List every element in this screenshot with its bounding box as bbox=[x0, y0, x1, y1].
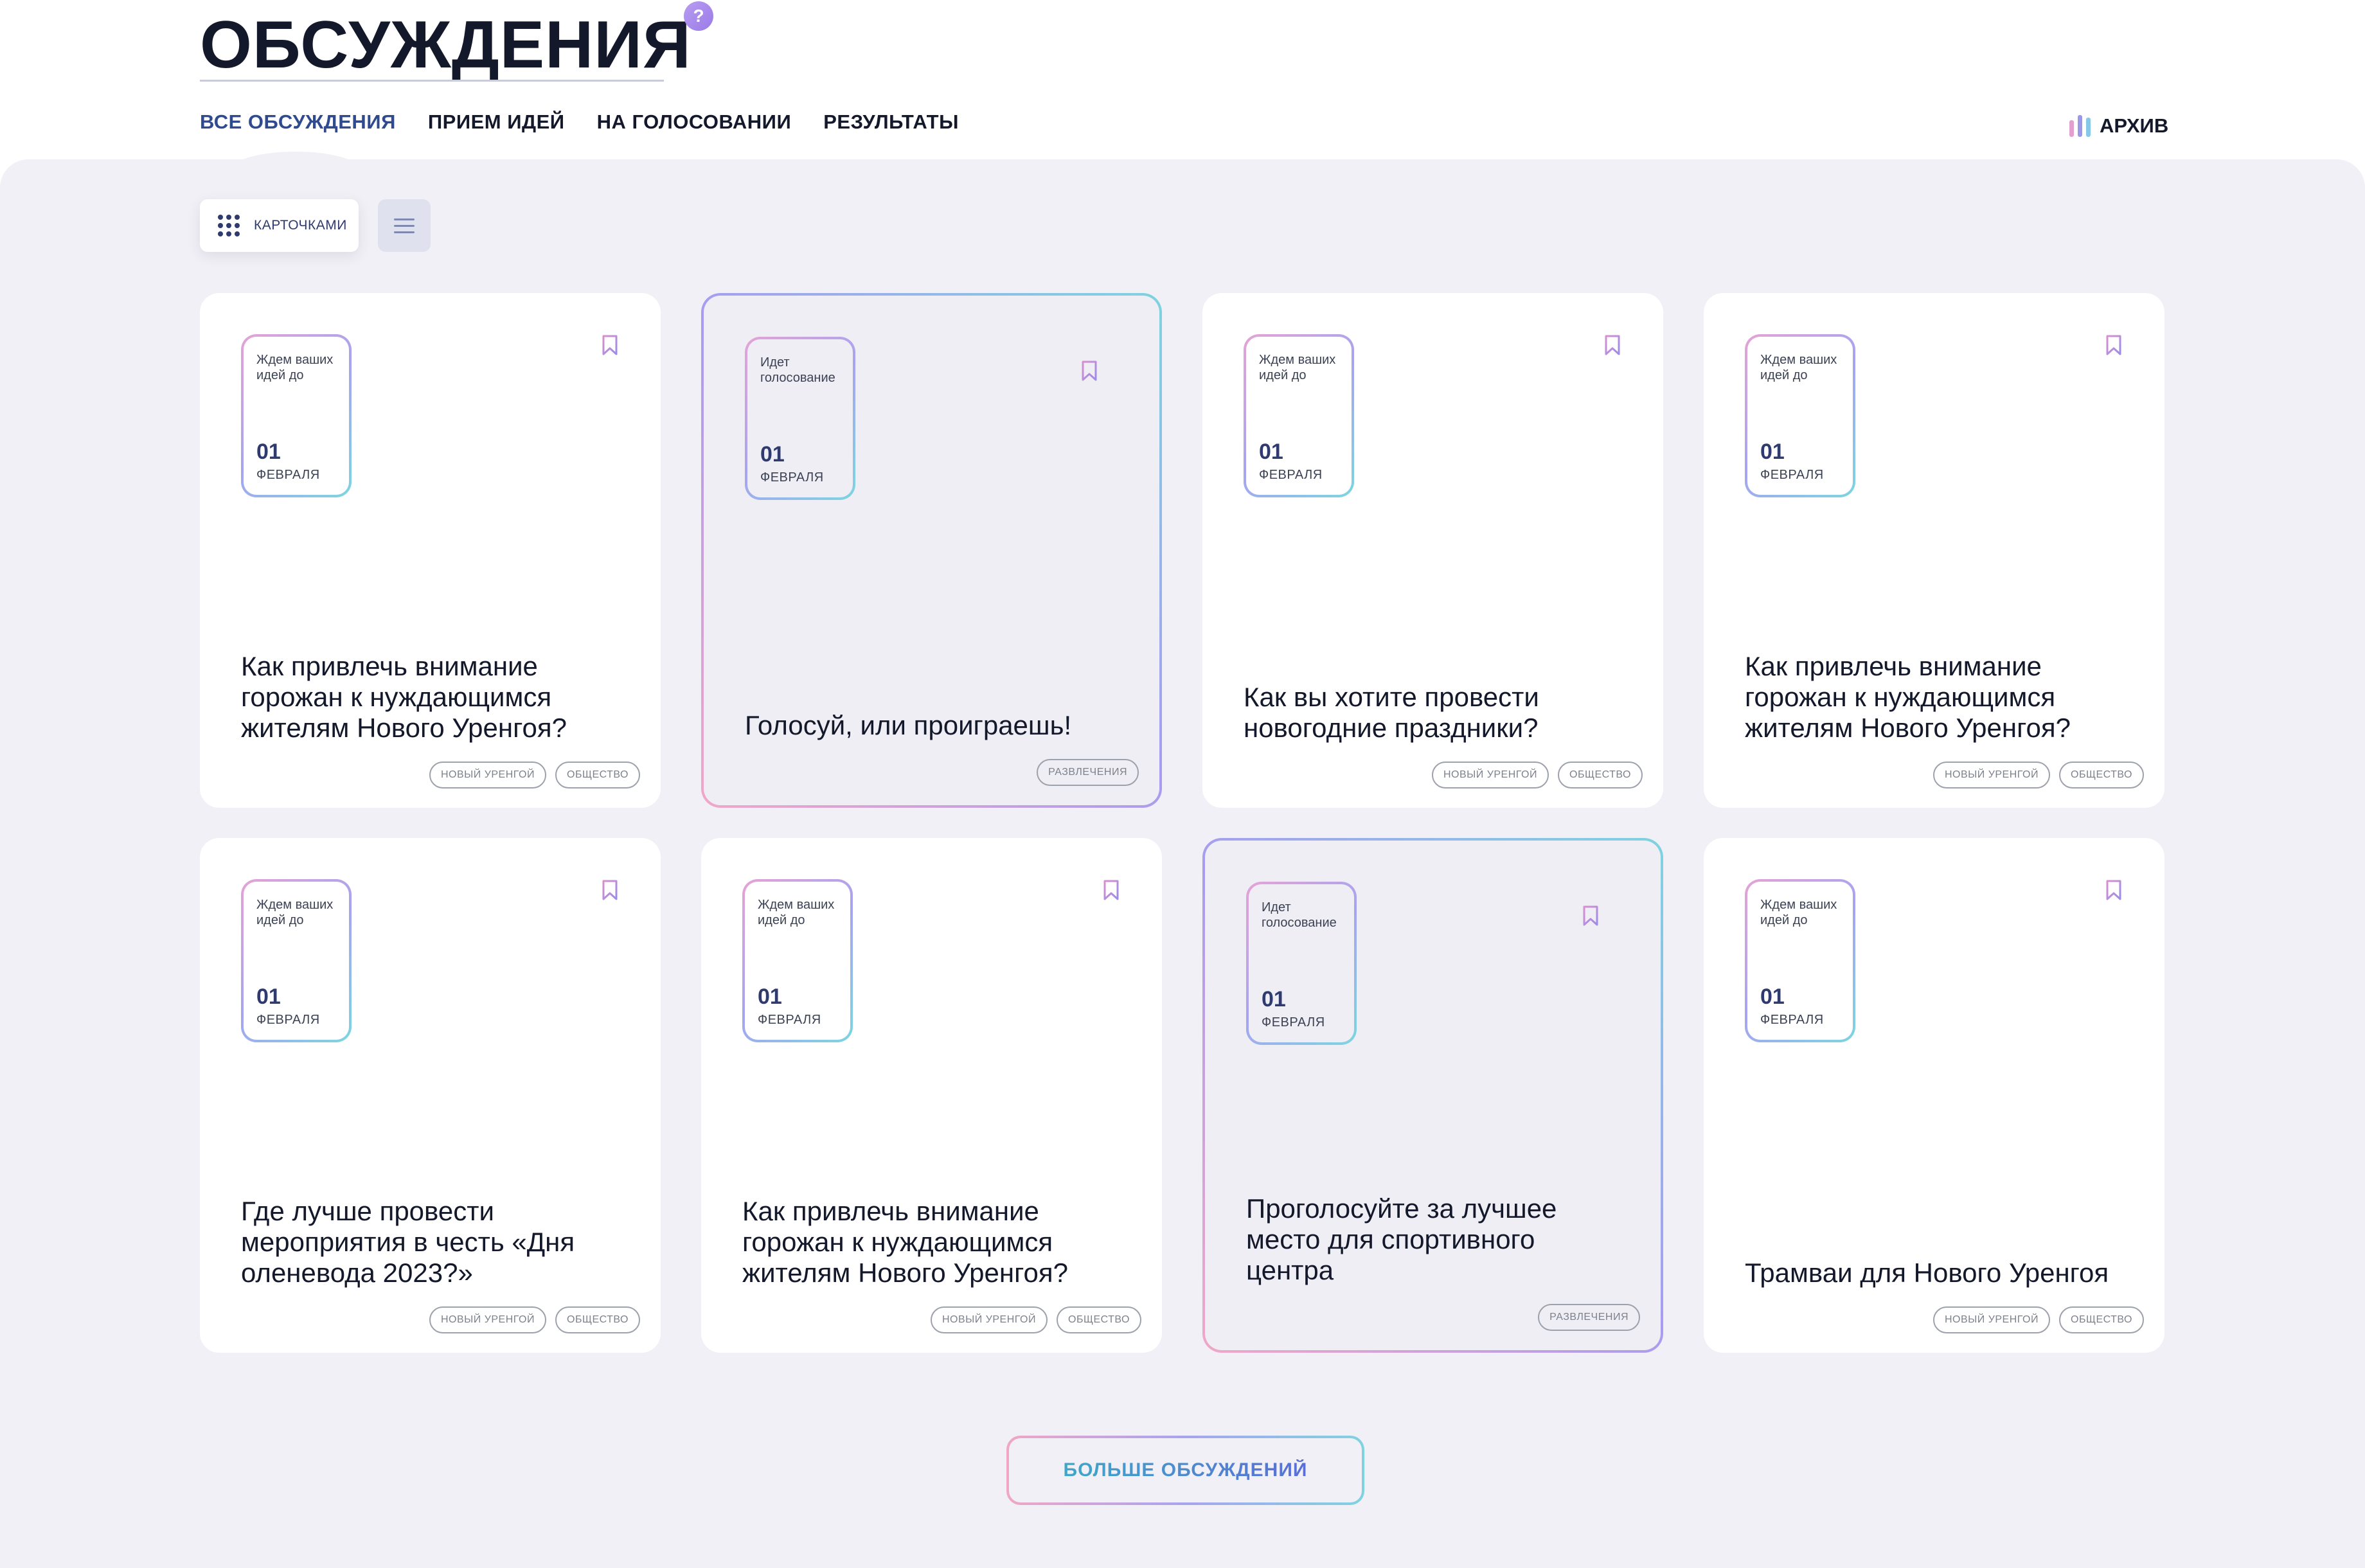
discussion-cards-grid: Ждем ваших идей до 01 ФЕВРАЛЯ Как привле… bbox=[200, 293, 2164, 1353]
tag[interactable]: НОВЫЙ УРЕНГОЙ bbox=[1932, 762, 2050, 788]
badge-day: 01 bbox=[1262, 987, 1286, 1011]
bookmark-icon[interactable] bbox=[2105, 879, 2122, 901]
badge-day: 01 bbox=[256, 984, 281, 1009]
grid-icon bbox=[218, 215, 240, 236]
card-title: Как вы хотите провести новогодние праздн… bbox=[1244, 682, 1539, 743]
badge-status: Идет голосование bbox=[1262, 900, 1337, 930]
help-icon[interactable]: ? bbox=[684, 1, 713, 31]
tag[interactable]: НОВЫЙ УРЕНГОЙ bbox=[1431, 762, 1549, 788]
bookmark-icon[interactable] bbox=[602, 334, 618, 356]
discussion-card[interactable]: Ждем ваших идей до 01 ФЕВРАЛЯ Как вы хот… bbox=[1202, 293, 1663, 808]
tag[interactable]: ОБЩЕСТВО bbox=[1057, 1306, 1141, 1333]
deadline-badge: Ждем ваших идей до 01 ФЕВРАЛЯ bbox=[742, 879, 853, 1042]
list-view-button[interactable] bbox=[378, 199, 431, 252]
bookmark-icon[interactable] bbox=[1103, 879, 1120, 901]
card-tags: РАЗВЛЕЧЕНИЯ bbox=[1538, 1304, 1640, 1331]
badge-status: Ждем ваших идей до bbox=[1760, 898, 1837, 927]
tag[interactable]: ОБЩЕСТВО bbox=[1558, 762, 1643, 788]
discussion-card[interactable]: Ждем ваших идей до 01 ФЕВРАЛЯ Как привле… bbox=[200, 293, 661, 808]
deadline-badge: Ждем ваших идей до 01 ФЕВРАЛЯ bbox=[241, 879, 352, 1042]
page-title: ОБСУЖДЕНИЯ bbox=[200, 8, 692, 82]
discussion-card[interactable]: Ждем ваших идей до 01 ФЕВРАЛЯ Как привле… bbox=[701, 838, 1162, 1353]
card-tags: НОВЫЙ УРЕНГОЙ ОБЩЕСТВО bbox=[1932, 762, 2144, 788]
badge-day: 01 bbox=[1760, 984, 1785, 1009]
tab-voting[interactable]: НА ГОЛОСОВАНИИ bbox=[597, 111, 792, 134]
card-tags: НОВЫЙ УРЕНГОЙ ОБЩЕСТВО bbox=[1932, 1306, 2144, 1333]
tag[interactable]: РАЗВЛЕЧЕНИЯ bbox=[1037, 759, 1139, 786]
bookmark-icon[interactable] bbox=[1582, 905, 1599, 927]
card-tags: НОВЫЙ УРЕНГОЙ ОБЩЕСТВО bbox=[429, 762, 640, 788]
cards-view-label: КАРТОЧКАМИ bbox=[254, 218, 347, 233]
tag[interactable]: НОВЫЙ УРЕНГОЙ bbox=[429, 1306, 546, 1333]
tab-idea-collection[interactable]: ПРИЕМ ИДЕЙ bbox=[428, 111, 565, 134]
bookmark-icon[interactable] bbox=[2105, 334, 2122, 356]
card-title: Как привлечь внимание горожан к нуждающи… bbox=[241, 651, 567, 743]
tab-all-discussions[interactable]: ВСЕ ОБСУЖДЕНИЯ bbox=[200, 111, 396, 134]
discussion-card[interactable]: Идет голосование 01 ФЕВРАЛЯ Голосуй, или… bbox=[701, 293, 1162, 808]
discussion-card[interactable]: Ждем ваших идей до 01 ФЕВРАЛЯ Где лучше … bbox=[200, 838, 661, 1353]
list-icon bbox=[394, 218, 415, 220]
badge-status: Ждем ваших идей до bbox=[256, 353, 334, 382]
tag[interactable]: НОВЫЙ УРЕНГОЙ bbox=[429, 762, 546, 788]
deadline-badge: Ждем ваших идей до 01 ФЕВРАЛЯ bbox=[241, 334, 352, 497]
badge-status: Ждем ваших идей до bbox=[1760, 353, 1837, 382]
badge-day: 01 bbox=[256, 440, 281, 464]
bookmark-icon[interactable] bbox=[1081, 360, 1098, 382]
deadline-badge: Идет голосование 01 ФЕВРАЛЯ bbox=[745, 337, 855, 500]
card-title: Голосуй, или проиграешь! bbox=[745, 710, 1072, 740]
card-title: Как привлечь внимание горожан к нуждающи… bbox=[1745, 651, 2071, 743]
card-tags: НОВЫЙ УРЕНГОЙ ОБЩЕСТВО bbox=[1431, 762, 1643, 788]
badge-status: Ждем ваших идей до bbox=[1259, 353, 1336, 382]
badge-day: 01 bbox=[760, 442, 785, 467]
card-title: Трамваи для Нового Уренгоя bbox=[1745, 1258, 2109, 1288]
badge-day: 01 bbox=[1259, 440, 1283, 464]
deadline-badge: Ждем ваших идей до 01 ФЕВРАЛЯ bbox=[1745, 879, 1855, 1042]
bookmark-icon[interactable] bbox=[1604, 334, 1621, 356]
tag[interactable]: ОБЩЕСТВО bbox=[2059, 762, 2144, 788]
card-tags: НОВЫЙ УРЕНГОЙ ОБЩЕСТВО bbox=[930, 1306, 1141, 1333]
tag[interactable]: НОВЫЙ УРЕНГОЙ bbox=[930, 1306, 1048, 1333]
view-toggle: КАРТОЧКАМИ bbox=[200, 199, 431, 252]
tab-results[interactable]: РЕЗУЛЬТАТЫ bbox=[823, 111, 959, 134]
tag[interactable]: ОБЩЕСТВО bbox=[2059, 1306, 2144, 1333]
archive-link[interactable]: АРХИВ bbox=[2069, 114, 2168, 138]
badge-status: Идет голосование bbox=[760, 355, 835, 385]
tag[interactable]: ОБЩЕСТВО bbox=[555, 1306, 640, 1333]
card-title: Где лучше провести мероприятия в честь «… bbox=[241, 1196, 575, 1288]
badge-day: 01 bbox=[758, 984, 782, 1009]
card-tags: РАЗВЛЕЧЕНИЯ bbox=[1037, 759, 1139, 786]
badge-status: Ждем ваших идей до bbox=[256, 898, 334, 927]
cards-view-button[interactable]: КАРТОЧКАМИ bbox=[200, 199, 359, 252]
discussion-card[interactable]: Идет голосование 01 ФЕВРАЛЯ Проголосуйте… bbox=[1202, 838, 1663, 1353]
tag[interactable]: НОВЫЙ УРЕНГОЙ bbox=[1932, 1306, 2050, 1333]
bars-icon bbox=[2069, 115, 2091, 137]
title-underline bbox=[200, 80, 664, 82]
deadline-badge: Идет голосование 01 ФЕВРАЛЯ bbox=[1246, 882, 1357, 1045]
badge-month: ФЕВРАЛЯ bbox=[1760, 468, 1824, 482]
bookmark-icon[interactable] bbox=[602, 879, 618, 901]
badge-month: ФЕВРАЛЯ bbox=[1262, 1015, 1325, 1029]
archive-label: АРХИВ bbox=[2100, 114, 2169, 137]
badge-month: ФЕВРАЛЯ bbox=[1259, 468, 1323, 482]
discussion-card[interactable]: Ждем ваших идей до 01 ФЕВРАЛЯ Трамваи дл… bbox=[1704, 838, 2164, 1353]
badge-month: ФЕВРАЛЯ bbox=[256, 468, 320, 482]
page-header: ОБСУЖДЕНИЯ ? ВСЕ ОБСУЖДЕНИЯ ПРИЕМ ИДЕЙ Н… bbox=[0, 0, 2365, 159]
discussion-card[interactable]: Ждем ваших идей до 01 ФЕВРАЛЯ Как привле… bbox=[1704, 293, 2164, 808]
badge-month: ФЕВРАЛЯ bbox=[256, 1013, 320, 1027]
deadline-badge: Ждем ваших идей до 01 ФЕВРАЛЯ bbox=[1244, 334, 1354, 497]
tag[interactable]: ОБЩЕСТВО bbox=[555, 762, 640, 788]
badge-status: Ждем ваших идей до bbox=[758, 898, 835, 927]
card-tags: НОВЫЙ УРЕНГОЙ ОБЩЕСТВО bbox=[429, 1306, 640, 1333]
badge-day: 01 bbox=[1760, 440, 1785, 464]
more-discussions-button[interactable]: БОЛЬШЕ ОБСУЖДЕНИЙ bbox=[1006, 1436, 1364, 1505]
badge-month: ФЕВРАЛЯ bbox=[758, 1013, 821, 1027]
card-title: Проголосуйте за лучшее место для спортив… bbox=[1246, 1193, 1557, 1285]
card-title: Как привлечь внимание горожан к нуждающи… bbox=[742, 1196, 1068, 1288]
discussion-tabs: ВСЕ ОБСУЖДЕНИЯ ПРИЕМ ИДЕЙ НА ГОЛОСОВАНИИ… bbox=[200, 111, 959, 134]
badge-month: ФЕВРАЛЯ bbox=[1760, 1013, 1824, 1027]
deadline-badge: Ждем ваших идей до 01 ФЕВРАЛЯ bbox=[1745, 334, 1855, 497]
tag[interactable]: РАЗВЛЕЧЕНИЯ bbox=[1538, 1304, 1640, 1331]
more-discussions-label: БОЛЬШЕ ОБСУЖДЕНИЙ bbox=[1063, 1459, 1308, 1481]
badge-month: ФЕВРАЛЯ bbox=[760, 470, 824, 485]
